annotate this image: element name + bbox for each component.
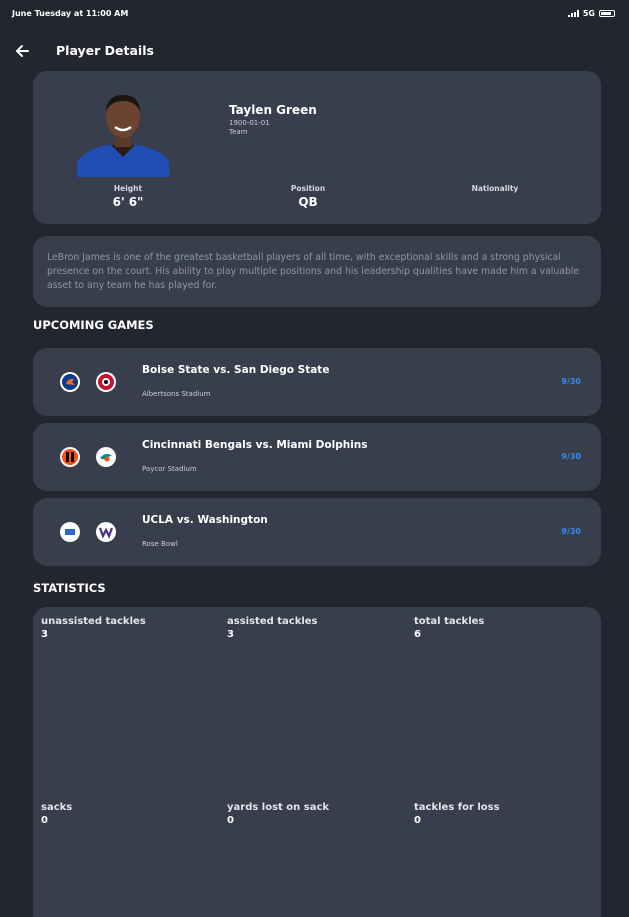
- washington-logo-icon: [96, 522, 116, 542]
- game-card[interactable]: Boise State vs. San Diego State Albertso…: [33, 348, 601, 416]
- height-stat: Height 6' 6": [68, 184, 188, 209]
- stat-value: 0: [227, 815, 234, 826]
- game-date: 9/30: [561, 377, 581, 386]
- stat-label: tackles for loss: [414, 802, 500, 813]
- game-title: Cincinnati Bengals vs. Miami Dolphins: [142, 439, 368, 451]
- back-arrow-icon: [16, 45, 29, 57]
- game-venue: Albertsons Stadium: [142, 390, 211, 398]
- game-card[interactable]: Cincinnati Bengals vs. Miami Dolphins Pa…: [33, 423, 601, 491]
- player-avatar: [77, 89, 169, 177]
- player-bio: LeBron James is one of the greatest bask…: [47, 252, 580, 291]
- battery-icon: [599, 10, 615, 17]
- stat-yards-lost-on-sack: yards lost on sack 0: [227, 802, 329, 826]
- game-date: 9/30: [561, 527, 581, 536]
- network-label: 5G: [582, 9, 595, 18]
- stat-total-tackles: total tackles 6: [414, 616, 484, 640]
- game-venue: Rose Bowl: [142, 540, 178, 548]
- top-bar: Player Details: [0, 36, 629, 66]
- stat-label: unassisted tackles: [41, 616, 146, 627]
- signal-icon: [567, 10, 579, 17]
- game-date: 9/30: [561, 452, 581, 461]
- stat-tackles-for-loss: tackles for loss 0: [414, 802, 500, 826]
- ucla-logo-icon: [60, 522, 80, 542]
- position-label: Position: [290, 184, 326, 193]
- stat-value: 0: [41, 815, 48, 826]
- game-card[interactable]: UCLA vs. Washington Rose Bowl 9/30: [33, 498, 601, 566]
- height-value: 6' 6": [112, 195, 144, 209]
- game-venue: Paycor Stadium: [142, 465, 197, 473]
- stat-value: 6: [414, 629, 421, 640]
- upcoming-games-heading: UPCOMING GAMES: [33, 318, 154, 332]
- player-name: Taylen Green: [229, 103, 317, 117]
- player-profile-card: Taylen Green 1900-01-01 Team Height 6' 6…: [33, 71, 601, 224]
- stat-assisted-tackles: assisted tackles 3: [227, 616, 318, 640]
- nationality-label: Nationality: [471, 184, 519, 193]
- player-dob: 1900-01-01: [229, 119, 270, 127]
- nationality-stat: Nationality: [435, 184, 555, 195]
- stat-label: assisted tackles: [227, 616, 318, 627]
- stat-label: yards lost on sack: [227, 802, 330, 813]
- san-diego-state-logo-icon: [96, 372, 116, 392]
- status-bar: June Tuesday at 11:00 AM 5G: [0, 0, 629, 30]
- bengals-logo-icon: [60, 447, 80, 467]
- position-value: QB: [298, 195, 318, 209]
- dolphins-logo-icon: [96, 447, 116, 467]
- player-team: Team: [229, 128, 248, 136]
- boise-state-logo-icon: [60, 372, 80, 392]
- stat-value: 3: [227, 629, 234, 640]
- stat-sacks: sacks 0: [41, 802, 72, 826]
- stat-unassisted-tackles: unassisted tackles 3: [41, 616, 146, 640]
- height-label: Height: [113, 184, 143, 193]
- game-title: Boise State vs. San Diego State: [142, 364, 330, 376]
- stat-label: sacks: [41, 802, 73, 813]
- page-title: Player Details: [56, 43, 154, 58]
- player-bio-card: LeBron James is one of the greatest bask…: [33, 236, 601, 307]
- stat-label: total tackles: [414, 616, 485, 627]
- stat-value: 3: [41, 629, 48, 640]
- statistics-heading: STATISTICS: [33, 581, 106, 595]
- status-indicators: 5G: [567, 9, 615, 18]
- position-stat: Position QB: [248, 184, 368, 209]
- status-time: June Tuesday at 11:00 AM: [12, 9, 129, 18]
- game-title: UCLA vs. Washington: [142, 514, 268, 526]
- statistics-card: unassisted tackles 3 assisted tackles 3 …: [33, 607, 601, 917]
- back-button[interactable]: [10, 39, 34, 63]
- stat-value: 0: [414, 815, 421, 826]
